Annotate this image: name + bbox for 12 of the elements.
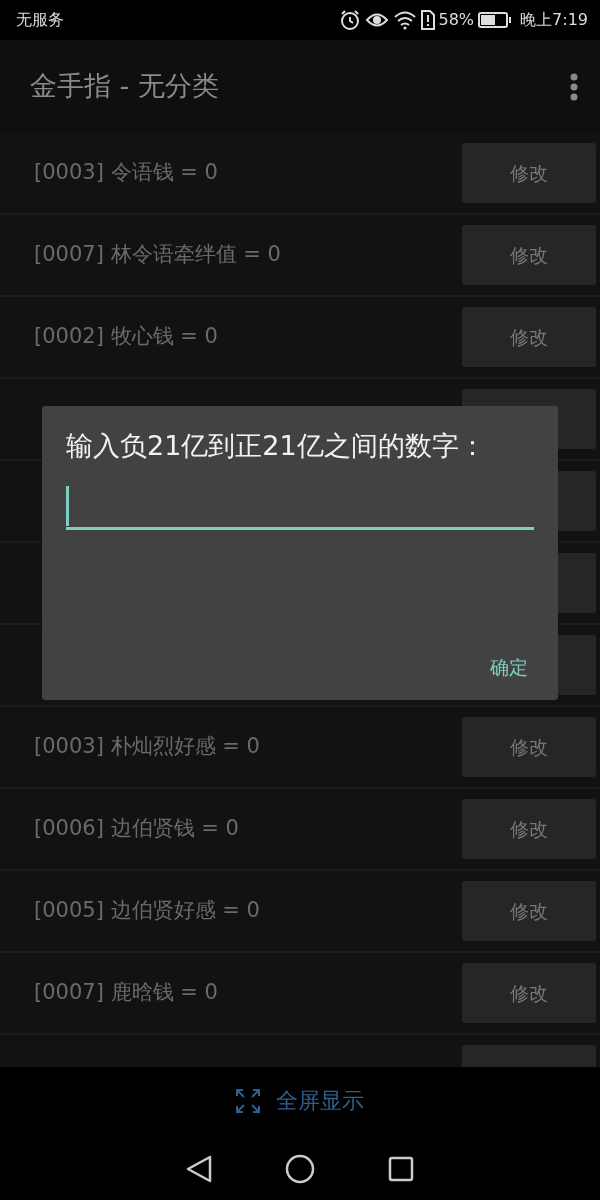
cheat-label: [0005] 边伯贤好感 = 0 [34,897,260,925]
clock-text: 晚上7:19 [520,9,588,31]
cheat-label: [0002] 牧心钱 = 0 [34,323,218,351]
battery-percent: 58% [438,9,475,31]
cheat-label: [0003] 令语钱 = 0 [34,159,218,187]
cheat-label: [0006] 边伯贤钱 = 0 [34,815,239,843]
carrier-text: 无服务 [16,9,64,31]
cheat-label: [0007] 鹿晗钱 = 0 [34,979,218,1007]
cheat-label: [0003] 朴灿烈好感 = 0 [34,733,260,761]
dialog-message: 输入负21亿到正21亿之间的数字： [66,429,487,463]
app-title: 金手指 - 无分类 [30,69,219,104]
cheat-label: [0007] 林令语牵绊值 = 0 [34,241,281,269]
